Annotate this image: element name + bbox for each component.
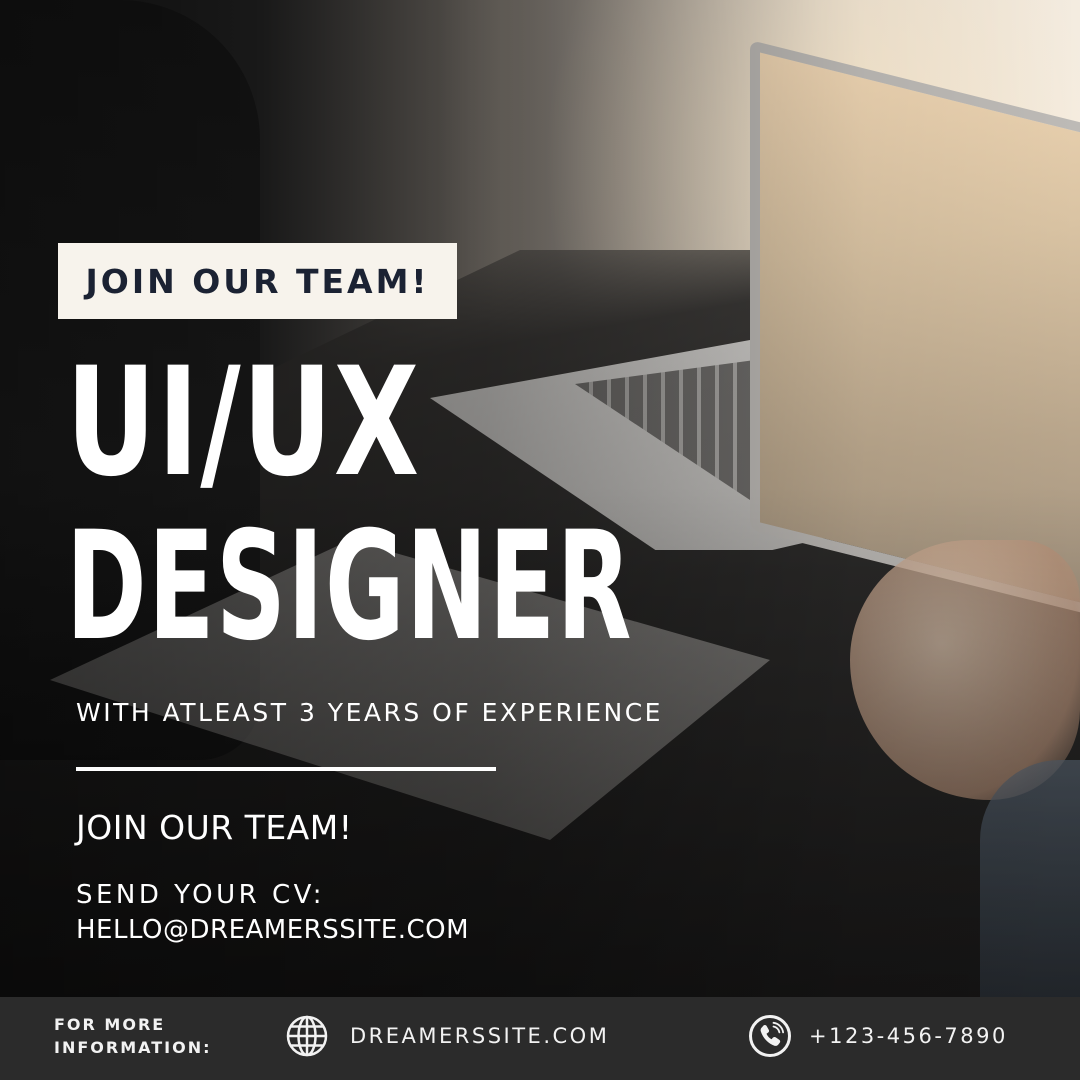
- send-cv-label: SEND YOUR CV:: [76, 880, 326, 910]
- job-poster: JOIN OUR TEAM! UI/UX DESIGNER WITH ATLEA…: [0, 0, 1080, 1080]
- phone-icon: [749, 1015, 791, 1057]
- footer-bar: FOR MORE INFORMATION: DREAMERSSITE.COM +…: [0, 997, 1080, 1080]
- more-info-label: FOR MORE INFORMATION:: [54, 1013, 212, 1059]
- job-title-line-2: DESIGNER: [66, 500, 633, 674]
- phone-number-link[interactable]: +123-456-7890: [809, 1024, 1008, 1048]
- join-team-text: JOIN OUR TEAM!: [76, 808, 353, 847]
- divider-line: [76, 767, 496, 771]
- website-link[interactable]: DREAMERSSITE.COM: [350, 1024, 609, 1048]
- join-team-badge: JOIN OUR TEAM!: [58, 243, 457, 319]
- job-title-line-1: UI/UX: [66, 336, 421, 510]
- job-title: UI/UX DESIGNER: [66, 348, 853, 662]
- globe-icon: [286, 1015, 328, 1057]
- contact-email-link[interactable]: HELLO@DREAMERSSITE.COM: [76, 915, 469, 945]
- more-info-line-1: FOR MORE: [54, 1015, 166, 1034]
- more-info-line-2: INFORMATION:: [54, 1038, 212, 1057]
- experience-requirement: WITH ATLEAST 3 YEARS OF EXPERIENCE: [76, 698, 663, 727]
